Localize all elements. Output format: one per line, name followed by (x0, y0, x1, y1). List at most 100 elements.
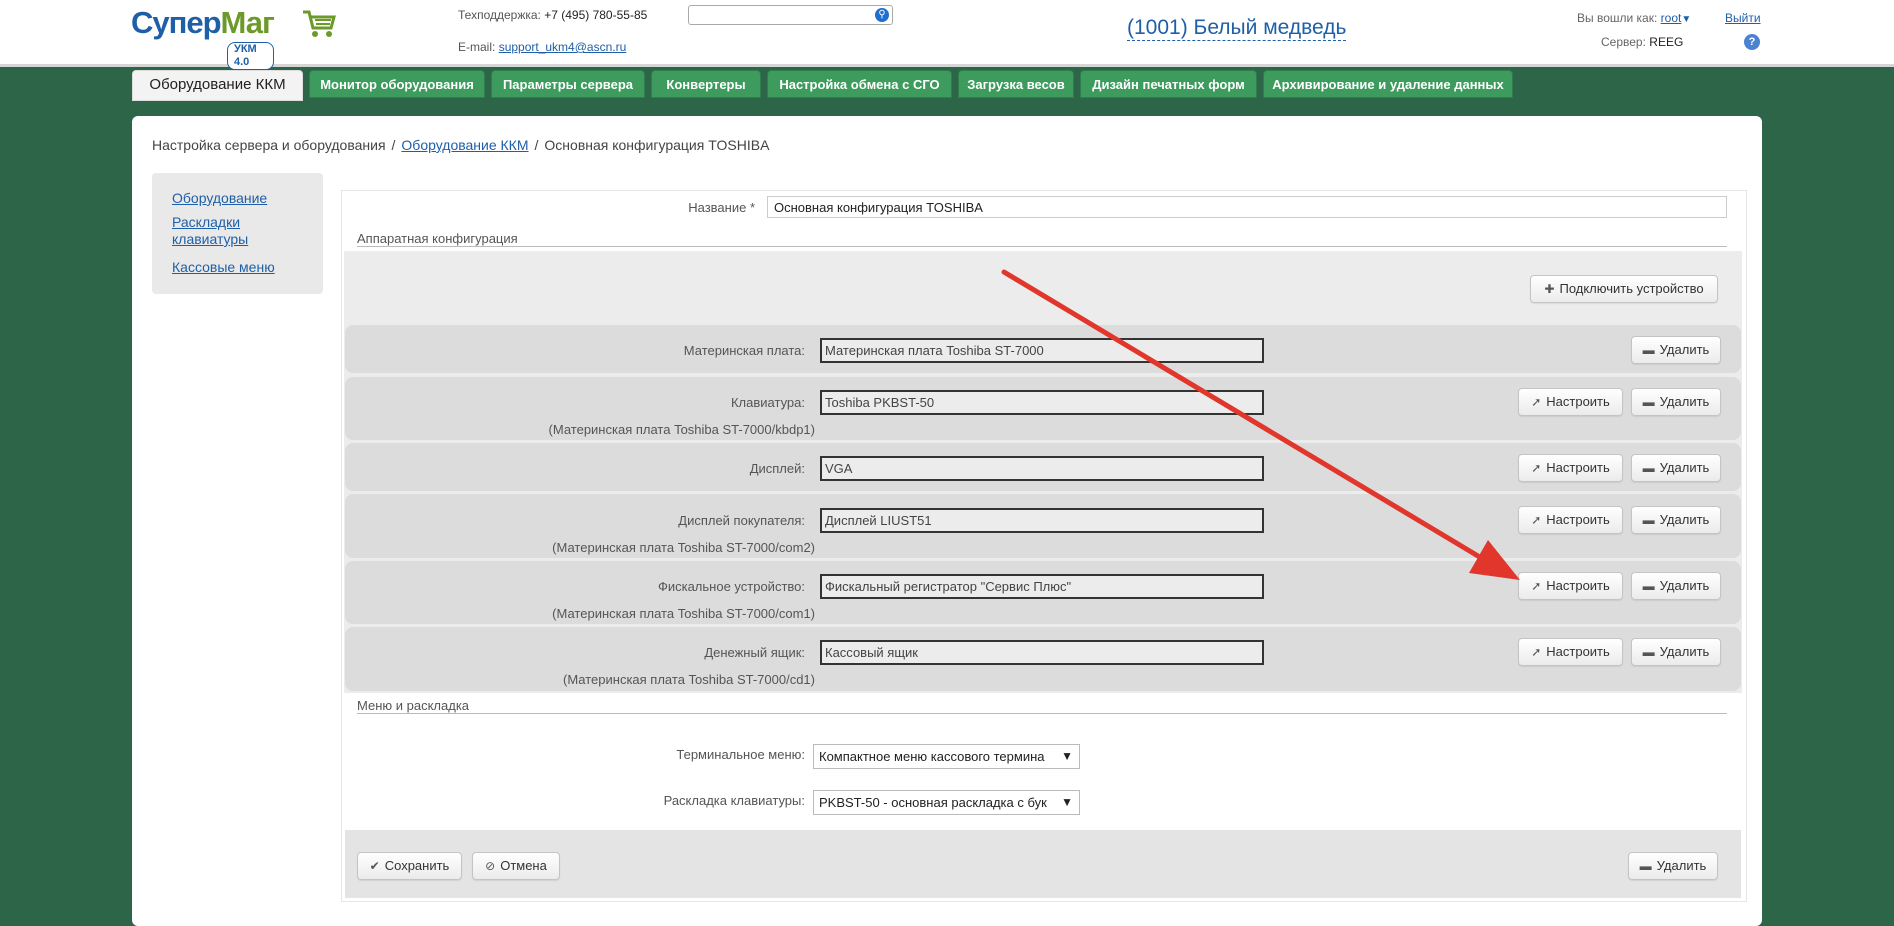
server-info: Сервер: REEG (1601, 35, 1683, 49)
menu-section-divider (357, 713, 1727, 714)
keyboard-layout-label: Раскладка клавиатуры: (663, 793, 805, 808)
device-label: Материнская плата: (683, 343, 805, 358)
sidenav-cash-menus[interactable]: Кассовые меню (172, 259, 275, 276)
delete-button[interactable]: ▬ Удалить (1631, 506, 1721, 534)
sidenav-keyboard-layouts[interactable]: Раскладки клавиатуры (172, 214, 262, 248)
logo-part1: Супер (131, 5, 222, 40)
store-selector[interactable]: (1001) Белый медведь (1127, 16, 1347, 41)
device-label: Денежный ящик: (704, 645, 805, 660)
device-value: Фискальный регистратор "Сервис Плюс" (820, 574, 1264, 599)
support-label: Техподдержка: (458, 8, 541, 22)
plus-icon: ✚ (1544, 282, 1555, 296)
side-nav: Оборудование Раскладки клавиатуры Кассов… (152, 173, 323, 294)
breadcrumb: Настройка сервера и оборудования / Оборудо… (152, 137, 769, 153)
user-menu[interactable]: root (1661, 11, 1682, 25)
email-link[interactable]: support_ukm4@ascn.ru (499, 40, 627, 54)
delete-button[interactable]: ▬ Удалить (1631, 336, 1721, 364)
device-path: (Материнская плата Toshiba ST-7000/com2) (552, 540, 815, 555)
connect-device-button[interactable]: ✚ Подключить устройство (1530, 275, 1718, 303)
dropdown-arrow-icon: ▼ (1058, 745, 1073, 768)
caret-down-icon[interactable]: ▼ (1681, 14, 1691, 25)
cart-icon (303, 10, 336, 37)
pencil-icon: ➚ (1531, 513, 1542, 527)
search-icon[interactable]: ⚲ (875, 8, 889, 22)
logo-version: УКМ 4.0 (227, 42, 274, 70)
server-value: REEG (1649, 35, 1684, 49)
minus-icon: ▬ (1642, 579, 1655, 593)
device-value: Toshiba PKBST-50 (820, 390, 1264, 415)
device-value: Материнская плата Toshiba ST-7000 (820, 338, 1264, 363)
keyboard-layout-select[interactable]: PKBST-50 - основная раскладка с бук ▼ (813, 790, 1080, 815)
device-label: Дисплей: (749, 461, 805, 476)
save-button[interactable]: ✔ Сохранить (357, 852, 462, 880)
minus-icon: ▬ (1642, 395, 1655, 409)
tab-server-params[interactable]: Параметры сервера (491, 70, 645, 98)
support-info: Техподдержка: +7 (495) 780-55-85 (458, 8, 647, 22)
minus-icon: ▬ (1642, 513, 1655, 527)
minus-icon: ▬ (1642, 343, 1655, 357)
header-search-input[interactable]: ⚲ (688, 5, 893, 25)
logo[interactable]: СуперМаг УКМ 4.0 (131, 5, 336, 70)
delete-button[interactable]: ▬ Удалить (1631, 388, 1721, 416)
device-label: Клавиатура: (730, 395, 805, 410)
breadcrumb-link[interactable]: Оборудование ККМ (401, 137, 528, 153)
configure-button[interactable]: ➚ Настроить (1518, 572, 1623, 600)
configure-button[interactable]: ➚ Настроить (1518, 506, 1623, 534)
delete-button[interactable]: ▬ Удалить (1631, 454, 1721, 482)
delete-button[interactable]: ▬ Удалить (1631, 638, 1721, 666)
device-value: Дисплей LIUST51 (820, 508, 1264, 533)
device-path: (Материнская плата Toshiba ST-7000/kbdp1… (548, 422, 815, 437)
configure-button[interactable]: ➚ Настроить (1518, 388, 1623, 416)
minus-icon: ▬ (1642, 461, 1655, 475)
tab-equipment-kkm[interactable]: Оборудование ККМ (132, 70, 303, 101)
hw-section-title: Аппаратная конфигурация (357, 231, 518, 246)
tab-print-design[interactable]: Дизайн печатных форм (1080, 70, 1257, 98)
email-label: E-mail: (458, 40, 496, 54)
configure-button[interactable]: ➚ Настроить (1518, 454, 1623, 482)
tab-converters[interactable]: Конвертеры (651, 70, 761, 98)
pencil-icon: ➚ (1531, 461, 1542, 475)
device-path: (Материнская плата Toshiba ST-7000/com1) (552, 606, 815, 621)
email-info: E-mail: support_ukm4@ascn.ru (458, 40, 626, 54)
breadcrumb-root: Настройка сервера и оборудования (152, 137, 386, 153)
dropdown-arrow-icon: ▼ (1058, 791, 1073, 814)
name-label: Название * (688, 200, 755, 215)
delete-button[interactable]: ▬ Удалить (1631, 572, 1721, 600)
device-label: Фискальное устройство: (657, 579, 805, 594)
pencil-icon: ➚ (1531, 395, 1542, 409)
terminal-menu-select[interactable]: Компактное меню кассового термина ▼ (813, 744, 1080, 769)
device-path: (Материнская плата Toshiba ST-7000/cd1) (563, 672, 815, 687)
cancel-circle-icon: ⊘ (485, 859, 496, 873)
hw-section-divider (357, 246, 1727, 247)
device-value: VGA (820, 456, 1264, 481)
tab-archiving[interactable]: Архивирование и удаление данных (1263, 70, 1513, 98)
tab-scales-load[interactable]: Загрузка весов (958, 70, 1074, 98)
minus-icon: ▬ (1639, 859, 1652, 873)
server-label: Сервер: (1601, 35, 1646, 49)
logged-as: Вы вошли как: root▼ (1577, 11, 1691, 25)
device-label: Дисплей покупателя: (678, 513, 805, 528)
cancel-button[interactable]: ⊘ Отмена (472, 852, 560, 880)
tab-sgo-exchange[interactable]: Настройка обмена с СГО (767, 70, 952, 98)
support-phone: +7 (495) 780-55-85 (544, 8, 648, 22)
tab-equipment-monitor[interactable]: Монитор оборудования (309, 70, 485, 98)
delete-config-button[interactable]: ▬ Удалить (1628, 852, 1718, 880)
menu-section-title: Меню и раскладка (357, 698, 470, 713)
logged-as-label: Вы вошли как: (1577, 11, 1658, 25)
breadcrumb-current: Основная конфигурация TOSHIBA (544, 137, 770, 153)
sidenav-equipment[interactable]: Оборудование (172, 190, 267, 207)
configure-button[interactable]: ➚ Настроить (1518, 638, 1623, 666)
check-icon: ✔ (369, 859, 380, 873)
help-icon[interactable]: ? (1744, 34, 1760, 50)
pencil-icon: ➚ (1531, 645, 1542, 659)
breadcrumb-separator: / (391, 137, 396, 153)
logo-part2: Маг (220, 5, 275, 40)
logout-link[interactable]: Выйти (1725, 11, 1761, 25)
name-input[interactable]: Основная конфигурация TOSHIBA (767, 196, 1727, 218)
pencil-icon: ➚ (1531, 579, 1542, 593)
minus-icon: ▬ (1642, 645, 1655, 659)
device-value: Кассовый ящик (820, 640, 1264, 665)
header: СуперМаг УКМ 4.0 Техподдержка: +7 (495) … (0, 0, 1894, 70)
terminal-menu-label: Терминальное меню: (676, 747, 805, 762)
breadcrumb-separator: / (534, 137, 539, 153)
